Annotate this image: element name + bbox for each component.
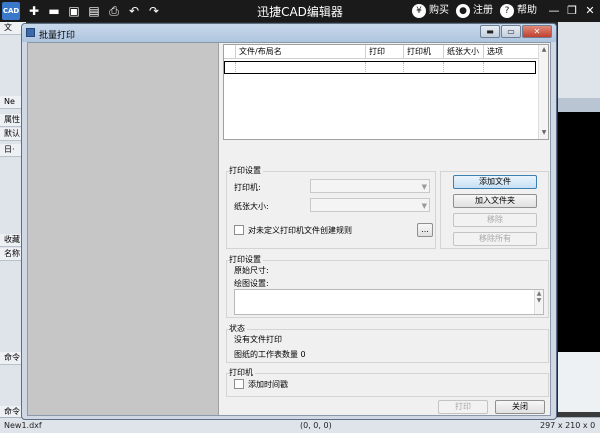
add-timestamp-label: 添加时间戳 — [248, 380, 288, 389]
printer-group-label: 打印机 — [229, 367, 255, 378]
print-settings-group-label: 打印设置 — [229, 165, 263, 176]
chevron-down-icon: ▼ — [421, 183, 427, 191]
close-button[interactable]: 关闭 — [495, 400, 545, 414]
status-coordinates: (0, 0, 0) — [300, 421, 332, 430]
status-file-name: New1.dxf — [4, 421, 42, 430]
remove-button[interactable]: 移除 — [453, 213, 537, 227]
buy-button[interactable]: ¥ 购买 — [412, 3, 449, 19]
table-row[interactable] — [224, 61, 536, 74]
paper-size-label: 纸张大小: — [234, 202, 269, 211]
plot-setting-label: 绘图设置: — [234, 279, 269, 288]
file-table-scrollbar[interactable]: ▲ ▼ — [538, 45, 548, 139]
help-icon: ? — [500, 4, 514, 18]
row-divider — [235, 62, 236, 72]
paper-size-select[interactable]: ▼ — [310, 198, 430, 212]
column-header-file[interactable]: 文件/布局名 — [236, 45, 366, 59]
row-divider — [365, 62, 366, 72]
status-sheet-count: 图纸的工作表数量 0 — [234, 350, 306, 359]
dialog-minimize-button[interactable]: ▬ — [480, 25, 500, 38]
user-icon: ● — [456, 4, 470, 18]
bg-command-area — [558, 352, 600, 412]
plot-settings-textarea[interactable]: ▲ ▼ — [234, 289, 544, 315]
dialog-title: 批量打印 — [39, 31, 76, 41]
preview-pane — [28, 43, 219, 415]
add-timestamp-checkbox[interactable] — [234, 379, 244, 389]
chevron-down-icon: ▼ — [421, 202, 427, 210]
app-restore-button[interactable]: ❐ — [564, 3, 580, 19]
dialog-title-bar[interactable]: 批量打印 ▬ ▭ ✕ — [22, 24, 556, 42]
column-header-printer[interactable]: 打印机 — [404, 45, 444, 59]
scroll-up-arrow-icon[interactable]: ▲ — [540, 46, 548, 53]
bg-right-header — [558, 98, 600, 112]
file-table-header: 文件/布局名 打印 打印机 纸张大小 选项 — [224, 45, 539, 59]
status-group-label: 状态 — [229, 323, 247, 334]
bg-drawing-area — [558, 112, 600, 352]
print-button[interactable]: 打印 — [438, 400, 488, 414]
plot-settings-group-label: 打印设置 — [229, 254, 263, 265]
original-size-label: 原始尺寸: — [234, 266, 269, 275]
register-button[interactable]: ● 注册 — [456, 3, 493, 19]
app-close-button[interactable]: ✕ — [582, 3, 598, 19]
row-divider — [483, 62, 484, 72]
dialog-client-area: 文件/布局名 打印 打印机 纸张大小 选项 ▲ ▼ 打印设置 打印机: ▼ 纸张 — [27, 42, 551, 416]
dialog-maximize-button[interactable]: ▭ — [501, 25, 521, 38]
column-header-paper[interactable]: 纸张大小 — [444, 45, 484, 59]
help-button[interactable]: ? 帮助 — [500, 3, 537, 19]
dialog-app-icon — [26, 28, 35, 37]
printer-select[interactable]: ▼ — [310, 179, 430, 193]
browse-button[interactable]: ... — [417, 223, 433, 237]
app-minimize-button[interactable]: — — [546, 3, 562, 19]
bg-right-toolbar — [558, 22, 600, 98]
printer-label: 打印机: — [234, 183, 261, 192]
status-no-files: 没有文件打印 — [234, 335, 282, 344]
textarea-scrollbar[interactable]: ▲ ▼ — [534, 290, 543, 314]
yen-icon: ¥ — [412, 4, 426, 18]
status-sheet-size: 297 x 210 x 0 — [540, 421, 596, 430]
add-file-button[interactable]: 添加文件 — [453, 175, 537, 189]
column-header-options[interactable]: 选项 — [484, 45, 539, 59]
dialog-close-button[interactable]: ✕ — [522, 25, 552, 38]
custom-rule-label: 对未定义打印机文件创建规则 — [248, 226, 352, 235]
remove-all-button[interactable]: 移除所有 — [453, 232, 537, 246]
header-spacer — [224, 45, 236, 59]
row-divider — [443, 62, 444, 72]
custom-rule-checkbox[interactable] — [234, 225, 244, 235]
column-header-print[interactable]: 打印 — [366, 45, 404, 59]
buy-label: 购买 — [429, 5, 449, 16]
scroll-down-arrow-icon[interactable]: ▼ — [540, 129, 548, 136]
register-label: 注册 — [473, 5, 493, 16]
batch-print-dialog: 批量打印 ▬ ▭ ✕ 文件/布局名 打印 打印机 纸张大小 选项 ▲ ▼ 打印设… — [21, 23, 557, 420]
file-list-table[interactable]: 文件/布局名 打印 打印机 纸张大小 选项 ▲ ▼ — [223, 44, 549, 140]
add-folder-button[interactable]: 加入文件夹 — [453, 194, 537, 208]
row-divider — [403, 62, 404, 72]
background-right-panel — [558, 22, 600, 433]
app-title-bar: CAD ✚ ▬ ▣ ▤ ⎙ ↶ ↷ 迅捷CAD编辑器 ¥ 购买 ● 注册 ? 帮助 —… — [0, 0, 600, 22]
help-label: 帮助 — [517, 5, 537, 16]
